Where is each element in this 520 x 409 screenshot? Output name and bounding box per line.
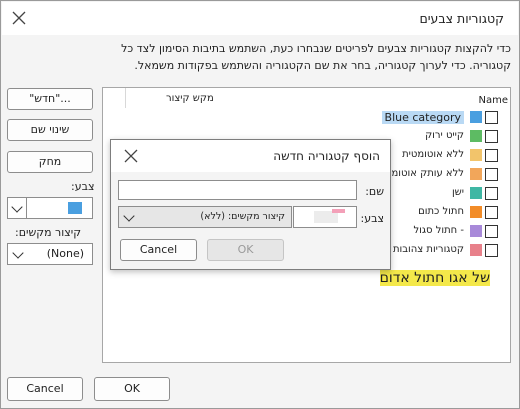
shortcut-value: קיצור מקשים: (ללא): [200, 211, 285, 222]
dialog-title: קטגוריות צבעים: [419, 11, 504, 26]
color-dropdown-toggle[interactable]: [8, 198, 27, 218]
new-category-dialog: הוסף קטגוריה חדשה שם: צבע: קיצור מקשים: …: [110, 139, 391, 270]
ok-button[interactable]: OK: [94, 377, 170, 401]
dialog-titlebar: קטגוריות צבעים: [2, 2, 518, 35]
category-color-swatch: [470, 111, 482, 123]
category-checkbox[interactable]: [485, 206, 498, 219]
new-category-title: הוסף קטגוריה חדשה: [273, 149, 380, 163]
category-checkbox[interactable]: [485, 168, 498, 181]
color-label: צבע:: [71, 180, 95, 193]
chevron-down-icon: [11, 201, 23, 213]
category-color-swatch: [470, 149, 482, 161]
description-line-2: קטגוריה. כדי לערוך קטגוריה, בחר את שם הק…: [134, 59, 511, 72]
new-category-titlebar: הוסף קטגוריה חדשה: [111, 140, 390, 172]
category-name: - חתול סגול: [413, 225, 465, 236]
column-divider: [125, 88, 126, 108]
color-picker[interactable]: [7, 197, 93, 219]
rename-button[interactable]: שינוי שם: [7, 119, 93, 141]
category-color-swatch: [470, 206, 482, 218]
category-name: ישן: [451, 187, 464, 198]
category-checkbox[interactable]: [485, 130, 498, 143]
shortcut-value: (None): [46, 247, 84, 260]
column-header-shortcut: מקש קיצור: [166, 93, 214, 104]
category-color-swatch: [470, 225, 482, 237]
category-checkbox[interactable]: [485, 111, 498, 124]
name-input[interactable]: [118, 180, 357, 200]
color-swatch: [68, 202, 82, 214]
highlighted-text: של אגו חתול אדום: [379, 270, 490, 286]
close-icon[interactable]: [123, 148, 139, 164]
category-checkbox[interactable]: [485, 149, 498, 162]
cancel-button[interactable]: Cancel: [120, 239, 197, 261]
name-label: שם:: [365, 185, 384, 198]
category-name: חתול כתום: [418, 206, 464, 217]
category-name: Blue category: [381, 111, 464, 124]
category-checkbox[interactable]: [485, 244, 498, 257]
category-checkbox[interactable]: [485, 225, 498, 238]
category-name: קייט ירוק: [425, 130, 464, 141]
column-header-name: Name: [478, 95, 508, 106]
close-icon[interactable]: [10, 9, 28, 27]
shortcut-select[interactable]: קיצור מקשים: (ללא): [118, 206, 292, 228]
category-name: ללא אוטומטית: [402, 149, 464, 160]
chevron-down-icon: [123, 210, 135, 222]
delete-button[interactable]: מחק: [7, 151, 93, 173]
description-line-1: כדי להקצות קטגוריות צבעים לפריטים שנבחרו…: [121, 42, 511, 55]
overlay-text: של אגו חתול אדום: [379, 270, 490, 286]
category-color-swatch: [470, 130, 482, 142]
color-categories-dialog: קטגוריות צבעים כדי להקצות קטגוריות צבעים…: [0, 0, 520, 409]
category-name: ללא עותק אוטומטי: [382, 168, 464, 179]
cancel-button[interactable]: Cancel: [7, 377, 83, 401]
category-checkbox[interactable]: [485, 187, 498, 200]
category-color-swatch: [470, 168, 482, 180]
category-name: קטגוריות צהובות: [392, 244, 464, 255]
shortcut-label: קיצור מקשים:: [15, 226, 82, 239]
list-item[interactable]: Blue category: [358, 110, 508, 128]
category-color-swatch: [470, 244, 482, 256]
color-picker[interactable]: [293, 206, 357, 228]
new-category-button[interactable]: "חדש"...: [7, 88, 93, 110]
chevron-down-icon: [12, 247, 24, 259]
ok-button[interactable]: OK: [207, 239, 284, 261]
category-color-swatch: [470, 187, 482, 199]
shortcut-select[interactable]: (None): [7, 243, 93, 265]
color-label: צבע:: [360, 212, 384, 225]
color-accent: [332, 209, 345, 213]
